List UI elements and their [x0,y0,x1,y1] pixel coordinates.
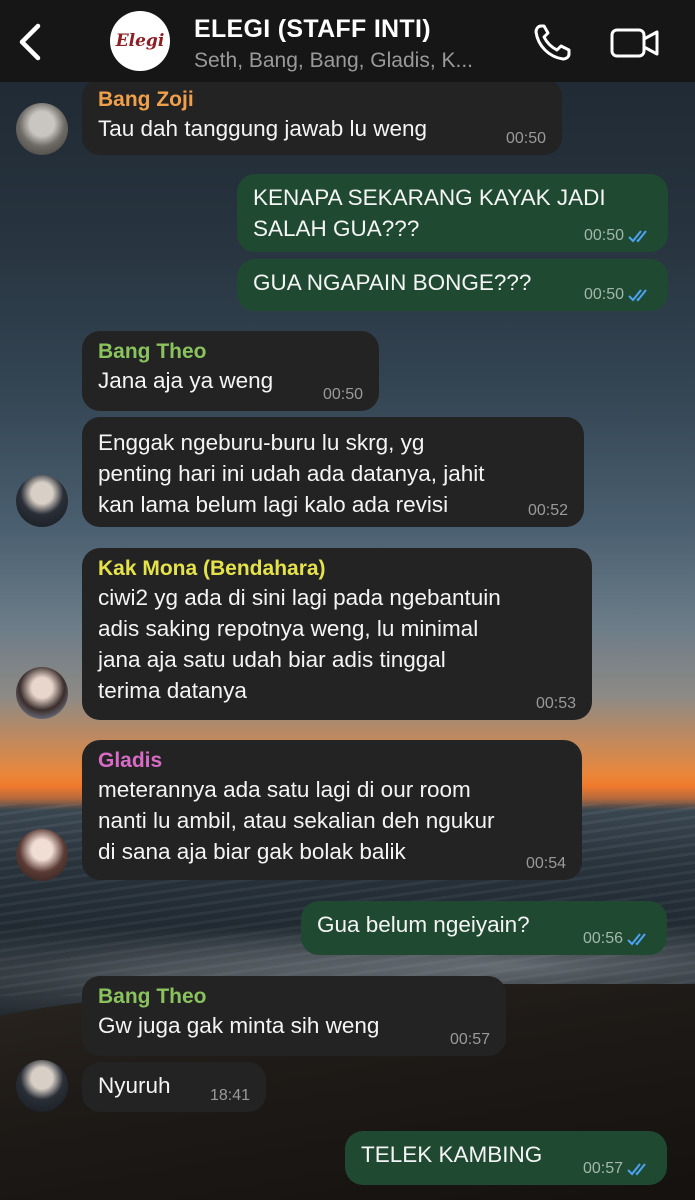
message-time: 00:52 [527,502,568,519]
message-time: 00:50 [583,227,624,244]
message-time: 00:57 [582,1160,623,1177]
video-camera-icon[interactable] [610,26,660,60]
message-bubble[interactable]: Gua belum ngeiyain? 00:56 [301,901,667,955]
sender-name: Kak Mona (Bendahara) [98,557,326,580]
message-bubble[interactable]: Gladis meterannya ada satu lagi di our r… [82,740,582,880]
message-time: 18:41 [209,1087,250,1104]
sender-name: Bang Theo [98,340,207,363]
group-logo: Elegi [115,31,165,51]
double-check-icon [627,933,646,946]
message-bubble[interactable]: Bang Theo Jana aja ya weng 00:50 [82,331,379,411]
group-members[interactable]: Seth, Bang, Bang, Gladis, K... [194,49,473,73]
message-text: Gw juga gak minta sih weng [98,1013,380,1038]
avatar-gladis[interactable] [16,829,68,881]
group-avatar[interactable]: Elegi [110,11,170,71]
message-text: Tau dah tanggung jawab lu weng [98,116,428,141]
double-check-icon [628,289,647,302]
phone-icon[interactable] [532,22,574,62]
message-list[interactable]: Bang Zoji Tau dah tanggung jawab lu weng… [0,0,695,1200]
message-time: 00:53 [535,695,576,712]
message-bubble[interactable]: Nyuruh 18:41 [82,1062,266,1112]
message-bubble[interactable]: Bang Theo Gw juga gak minta sih weng 00:… [82,976,506,1056]
sender-name: Bang Theo [98,985,207,1008]
message-text: Enggak ngeburu-buru lu skrg, yg penting … [98,430,485,517]
group-title[interactable]: ELEGI (STAFF INTI) [194,15,431,44]
back-chevron-icon[interactable] [12,22,48,62]
sender-name: Gladis [98,749,163,772]
message-text: ciwi2 yg ada di sini lagi pada ngebantui… [98,585,501,703]
message-time: 00:50 [505,130,546,147]
message-bubble[interactable]: Enggak ngeburu-buru lu skrg, yg penting … [82,417,584,527]
avatar-kak-mona[interactable] [16,667,68,719]
message-text: meterannya ada satu lagi di our room nan… [98,777,495,864]
message-time: 00:57 [449,1031,490,1048]
message-time: 00:54 [525,855,566,872]
avatar-bang-theo[interactable] [16,475,68,527]
message-bubble[interactable]: Kak Mona (Bendahara) ciwi2 yg ada di sin… [82,548,592,720]
message-time: 00:50 [322,386,363,403]
message-time: 00:56 [582,930,623,947]
chat-header: Elegi ELEGI (STAFF INTI) Seth, Bang, Ban… [0,0,695,82]
double-check-icon [627,1163,646,1176]
message-bubble[interactable]: KENAPA SEKARANG KAYAK JADI SALAH GUA??? … [237,174,668,252]
avatar-bang-theo[interactable] [16,1060,68,1112]
double-check-icon [628,230,647,243]
sender-name: Bang Zoji [98,88,194,111]
message-time: 00:50 [583,286,624,303]
message-bubble[interactable]: TELEK KAMBING 00:57 [345,1131,667,1185]
avatar-bang-zoji[interactable] [16,103,68,155]
message-bubble[interactable]: Bang Zoji Tau dah tanggung jawab lu weng… [82,79,562,155]
message-bubble[interactable]: GUA NGAPAIN BONGE??? 00:50 [237,259,668,311]
